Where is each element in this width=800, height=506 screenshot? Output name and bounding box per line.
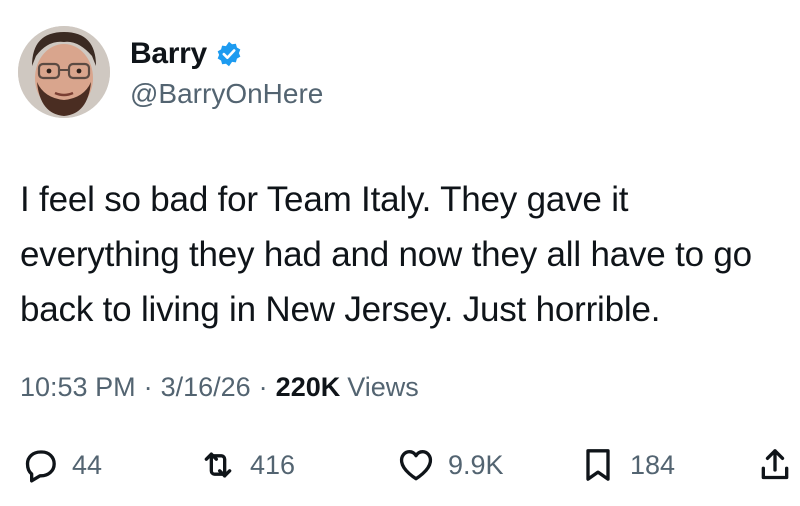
meta-separator: · (258, 372, 268, 402)
retweet-button[interactable]: 416 (198, 440, 295, 490)
tweet-card: Barry @BarryOnHere I feel so bad for Tea… (0, 0, 800, 506)
views-label: Views (347, 372, 419, 402)
tweet-text-line: back to living in New Jersey. Just horri… (20, 290, 661, 329)
post-time[interactable]: 10:53 PM (20, 372, 136, 403)
retweet-count: 416 (250, 449, 296, 480)
display-name[interactable]: Barry (130, 37, 207, 71)
post-date[interactable]: 3/16/26 (161, 372, 251, 403)
reply-icon (20, 445, 60, 485)
tweet-text: I feel so bad for Team Italy. They gave … (20, 172, 790, 337)
action-bar: 44 416 9.9K 184 (0, 440, 800, 490)
avatar[interactable] (18, 26, 110, 118)
views-count: 220K (275, 372, 341, 402)
retweet-icon (198, 445, 238, 485)
verified-badge-icon (215, 40, 243, 68)
share-icon (758, 445, 792, 485)
tweet-meta: 10:53 PM · 3/16/26 · 220K Views (20, 372, 419, 403)
bookmark-icon (578, 445, 618, 485)
heart-icon (396, 445, 436, 485)
reply-count: 44 (72, 449, 103, 480)
tweet-header: Barry @BarryOnHere (18, 26, 323, 118)
meta-separator: · (143, 372, 153, 402)
tweet-text-line: I feel so bad for Team Italy. They gave … (20, 180, 629, 219)
bookmark-button[interactable]: 184 (578, 440, 675, 490)
like-count: 9.9K (448, 449, 504, 480)
avatar-image (18, 26, 110, 118)
reply-button[interactable]: 44 (20, 440, 102, 490)
tweet-text-line: everything they had and now they all hav… (20, 235, 752, 274)
name-row: Barry (130, 34, 323, 74)
author-identity: Barry @BarryOnHere (130, 34, 323, 110)
share-button[interactable] (758, 440, 792, 490)
user-handle[interactable]: @BarryOnHere (130, 78, 323, 110)
like-button[interactable]: 9.9K (396, 440, 504, 490)
bookmark-count: 184 (630, 449, 676, 480)
